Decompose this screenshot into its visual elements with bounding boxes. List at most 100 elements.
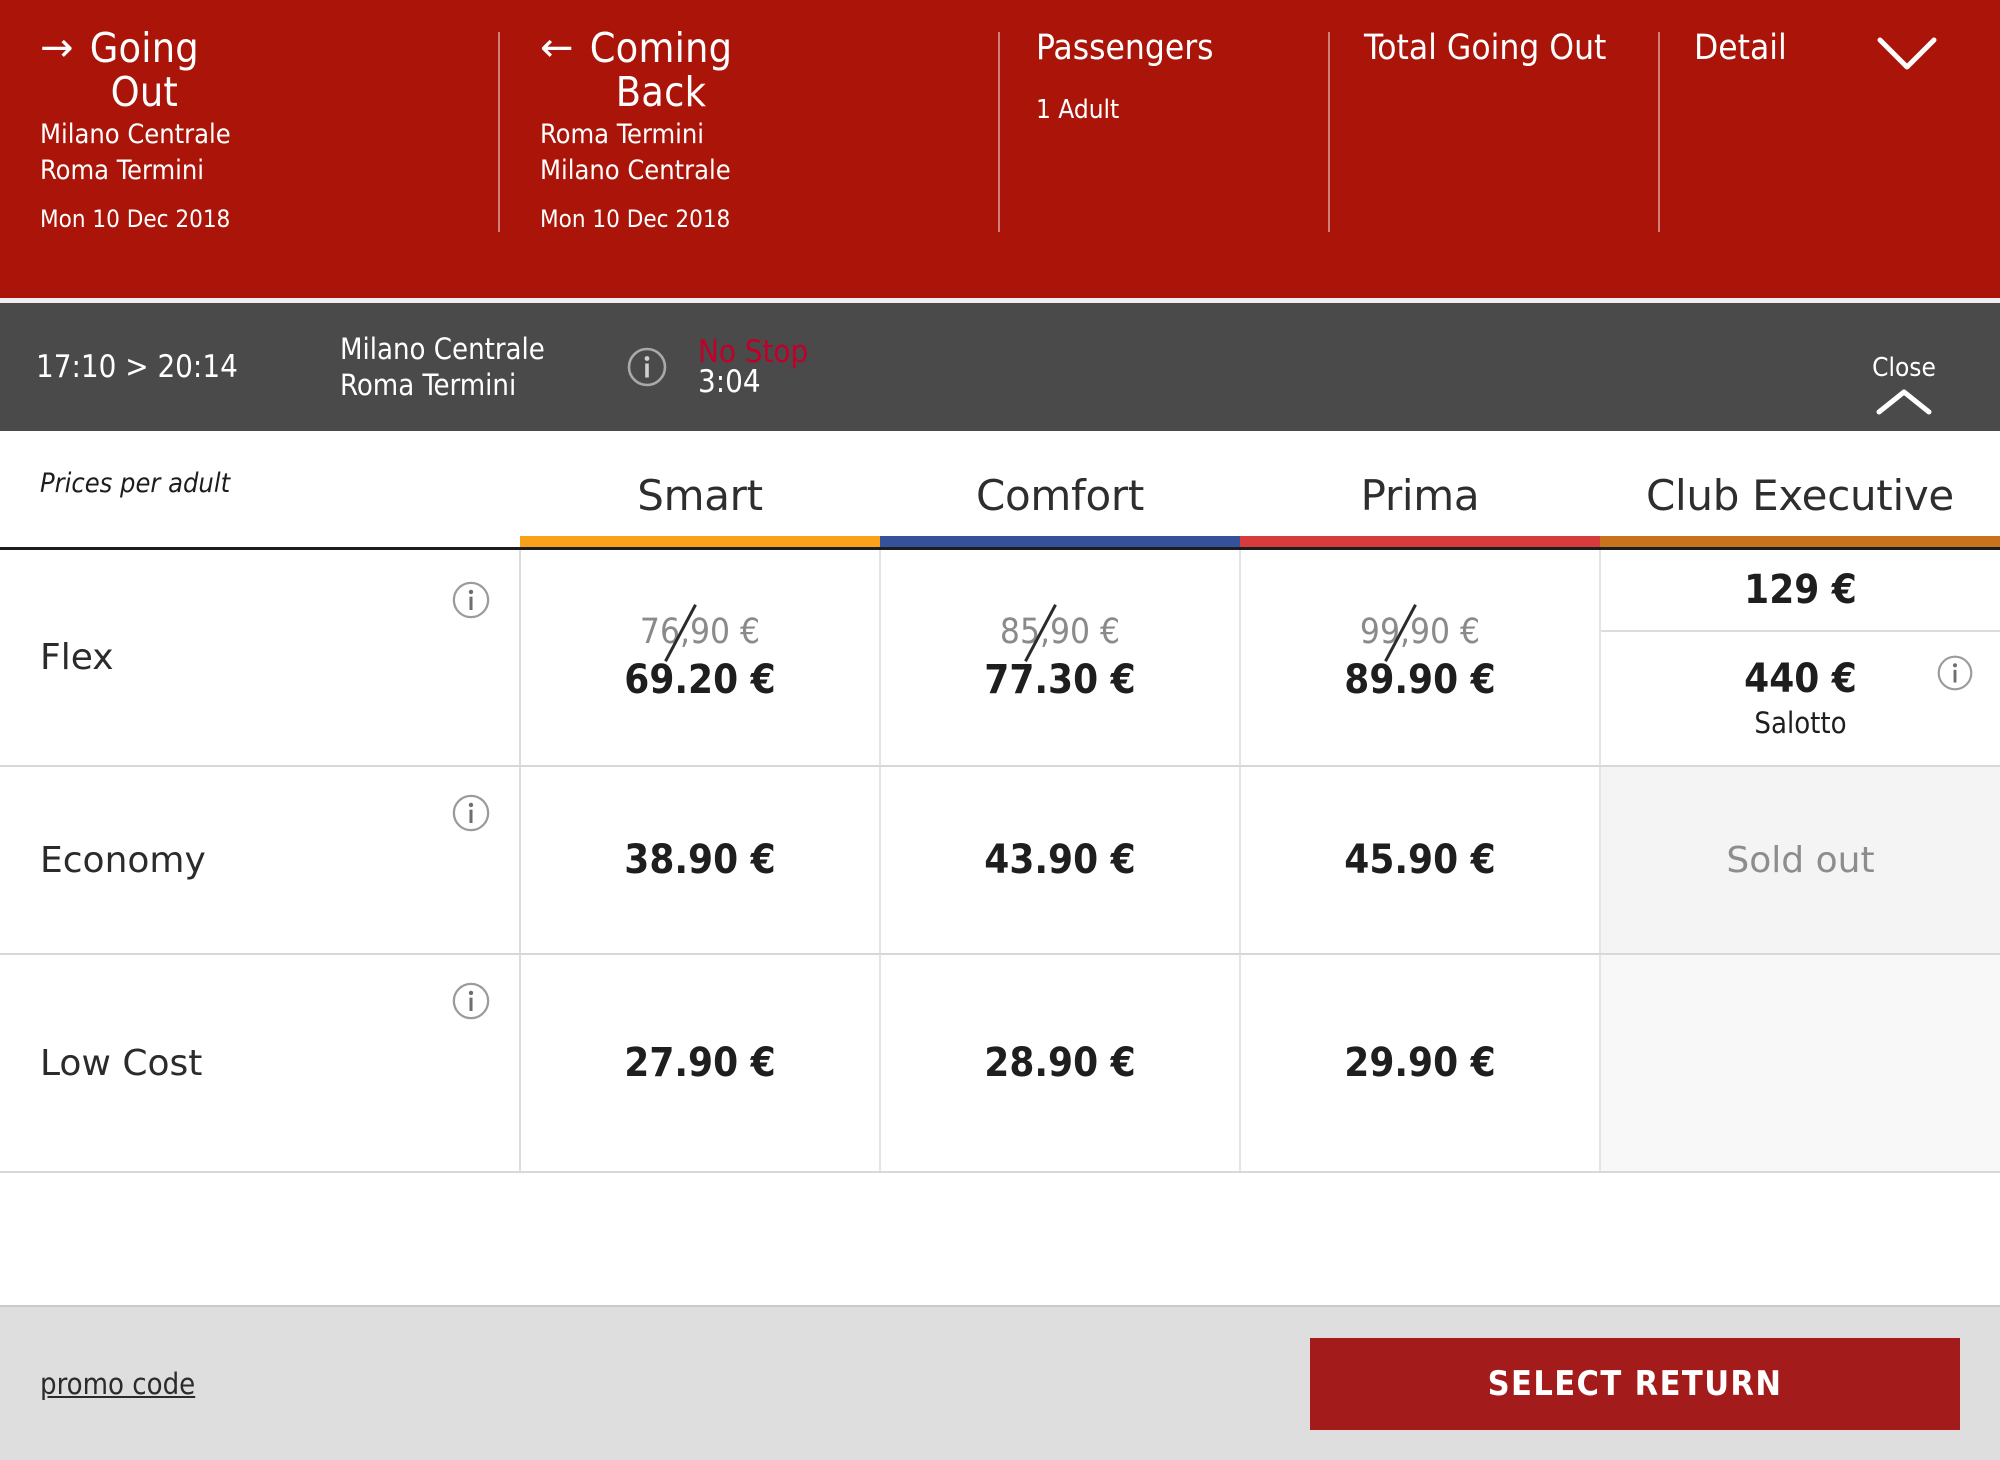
fare-name: Economy (40, 839, 206, 881)
close-label: Close (1872, 353, 1936, 383)
fare-info-button-flex[interactable] (451, 580, 491, 624)
class-colorbar-prima (1240, 536, 1600, 547)
fare-label-flex: Flex (0, 550, 521, 767)
going-out-title: → Going Out (40, 26, 250, 114)
class-colorbar-comfort (880, 536, 1240, 547)
fare-price: 38.90 € (624, 837, 776, 883)
fare-cell-economy-prima[interactable]: 45.90 € (1240, 766, 1601, 955)
train-route-destination: Roma Termini (340, 368, 517, 402)
going-out-date: Mon 10 Dec 2018 (40, 205, 231, 233)
info-icon (452, 794, 490, 832)
fare-price-note: Salotto (1754, 706, 1847, 740)
fare-name: Flex (40, 637, 114, 678)
fare-price: 129 € (1744, 567, 1857, 613)
fare-old-price: 99,90 € (1354, 603, 1486, 662)
coming-back-title-line1: Coming (589, 24, 733, 72)
fare-cell-low-cost-comfort[interactable]: 28.90 € (880, 954, 1241, 1173)
train-time-range: 17:10 > 20:14 (36, 349, 238, 385)
booking-fare-selector: → Going Out Milano Centrale Roma Termini… (0, 0, 2000, 1460)
train-route: Milano Centrale Roma Termini (340, 331, 620, 403)
fare-cell-economy-club-executive: Sold out (1600, 766, 2000, 955)
coming-back-date: Mon 10 Dec 2018 (540, 205, 731, 233)
fare-cell-low-cost-club-executive (1600, 954, 2000, 1173)
fare-cell-low-cost-smart[interactable]: 27.90 € (520, 954, 881, 1173)
fare-info-button-economy[interactable] (451, 793, 491, 837)
train-info-button[interactable] (626, 346, 668, 388)
going-out-destination: Roma Termini (40, 155, 205, 186)
selected-train-bar: 17:10 > 20:14 Milano Centrale Roma Termi… (0, 298, 2000, 431)
fare-table-header-row: Prices per adult Smart Comfort Prima Clu… (0, 431, 2000, 547)
select-return-button[interactable]: SELECT RETURN (1310, 1337, 1960, 1430)
total-going-out-label: Total Going Out (1364, 28, 1607, 68)
passengers-value: 1 Adult (1036, 95, 1120, 125)
arrow-left-icon: ← (540, 25, 574, 71)
fare-old-price: 76,90 € (634, 603, 766, 662)
coming-back-destination: Milano Centrale (540, 155, 731, 186)
class-name-comfort: Comfort (975, 471, 1145, 520)
train-duration: 3:04 (698, 364, 761, 400)
info-icon (627, 347, 667, 387)
class-header-smart: Smart (520, 431, 880, 547)
fare-cell-flex-club-executive: 129 € 440 € Salotto (1600, 550, 2000, 767)
coming-back-summary[interactable]: ← Coming Back Roma Termini Milano Centra… (500, 24, 1000, 233)
table-row: Low Cost 27.90 € 28.90 € 29.90 € (0, 954, 2000, 1173)
going-out-origin: Milano Centrale (40, 119, 231, 150)
chevron-down-icon (1877, 37, 1937, 70)
fare-cell-club-salotto[interactable]: 440 € Salotto (1601, 632, 2000, 764)
fare-old-price: 85,90 € (994, 603, 1126, 662)
class-name-club-executive: Club Executive (1646, 471, 1954, 520)
going-out-title-line2: Out (110, 68, 179, 116)
class-colorbar-smart (520, 536, 880, 547)
fare-cell-club-standard[interactable]: 129 € (1601, 550, 2000, 632)
prices-per-adult-label: Prices per adult (40, 468, 231, 499)
table-row: Economy 38.90 € 43.90 € 45.90 € Sold out (0, 766, 2000, 955)
total-going-out-summary: Total Going Out (1330, 26, 1660, 232)
detail-label: Detail (1694, 28, 1787, 68)
class-colorbar-club-executive (1600, 536, 2000, 547)
class-header-comfort: Comfort (880, 431, 1240, 547)
fare-name: Low Cost (40, 1042, 203, 1084)
fare-price-table: Prices per adult Smart Comfort Prima Clu… (0, 431, 2000, 1173)
table-row: Flex 76,90 € 69.20 € 85,90 € 77.30 € 99,… (0, 550, 2000, 767)
fare-old-price-text: 99,90 € (1359, 611, 1481, 652)
passengers-summary[interactable]: Passengers 1 Adult (1000, 26, 1330, 232)
fare-cell-economy-smart[interactable]: 38.90 € (520, 766, 881, 955)
fare-cell-flex-comfort[interactable]: 85,90 € 77.30 € (880, 550, 1241, 767)
fare-cell-low-cost-prima[interactable]: 29.90 € (1240, 954, 1601, 1173)
fare-price: 45.90 € (1344, 837, 1496, 883)
class-header-club-executive: Club Executive (1600, 431, 2000, 547)
fare-cell-economy-comfort[interactable]: 43.90 € (880, 766, 1241, 955)
train-stops-info: No Stop 3:04 (698, 335, 958, 399)
sold-out-label: Sold out (1726, 839, 1875, 881)
coming-back-origin: Roma Termini (540, 119, 705, 150)
fare-price: 440 € (1744, 656, 1857, 702)
fare-old-price-text: 76,90 € (639, 611, 761, 652)
fare-new-price: 69.20 € (624, 656, 776, 703)
fare-price: 29.90 € (1344, 1040, 1496, 1086)
fare-table-container: Prices per adult Smart Comfort Prima Clu… (0, 431, 2000, 1305)
prices-per-adult-cell: Prices per adult (0, 431, 520, 547)
footer-bar: promo code SELECT RETURN (0, 1305, 2000, 1460)
going-out-summary[interactable]: → Going Out Milano Centrale Roma Termini… (0, 26, 500, 233)
journey-header: → Going Out Milano Centrale Roma Termini… (0, 0, 2000, 298)
expand-header-button[interactable] (1876, 34, 1938, 74)
fare-info-button-low-cost[interactable] (451, 981, 491, 1025)
chevron-up-icon (1876, 389, 1932, 415)
fare-cell-flex-smart[interactable]: 76,90 € 69.20 € (520, 550, 881, 767)
class-name-smart: Smart (637, 471, 763, 520)
fare-label-economy: Economy (0, 766, 521, 955)
going-out-title-line1: Going (89, 24, 199, 72)
info-icon (452, 982, 490, 1020)
salotto-info-button[interactable] (1936, 654, 1974, 696)
fare-old-price-text: 85,90 € (999, 611, 1121, 652)
class-name-prima: Prima (1360, 471, 1480, 520)
arrow-right-icon: → (40, 25, 74, 71)
coming-back-title-line2: Back (615, 68, 707, 116)
fare-cell-flex-prima[interactable]: 99,90 € 89.90 € (1240, 550, 1601, 767)
promo-code-link[interactable]: promo code (40, 1367, 195, 1401)
fare-new-price: 77.30 € (984, 656, 1136, 703)
class-header-prima: Prima (1240, 431, 1600, 547)
info-icon (452, 581, 490, 619)
close-panel-button[interactable]: Close (1844, 353, 1964, 417)
fare-price: 27.90 € (624, 1040, 776, 1086)
